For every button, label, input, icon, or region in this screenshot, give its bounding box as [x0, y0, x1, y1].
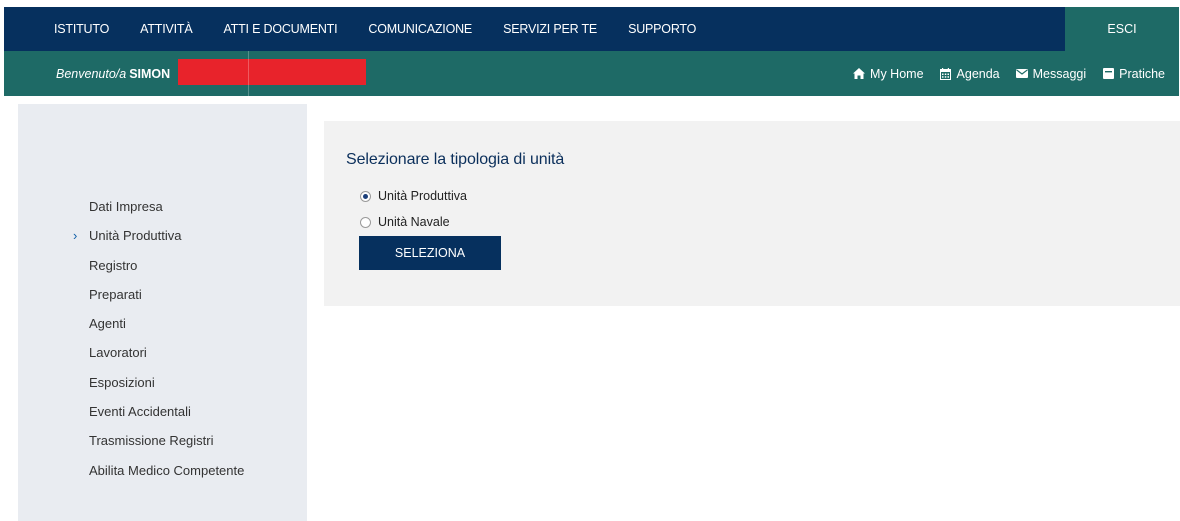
chevron-right-icon: ›: [73, 228, 78, 244]
sidebar-item-esposizioni[interactable]: Esposizioni: [18, 368, 307, 397]
sidebar-item-agenti[interactable]: Agenti: [18, 309, 307, 338]
agenda-label: Agenda: [956, 66, 1000, 81]
radio-label: Unità Navale: [378, 215, 450, 229]
sidebar-menu: Dati Impresa › Unità Produttiva Registro …: [18, 192, 307, 485]
radio-button-checked[interactable]: [360, 190, 371, 202]
sidebar: Dati Impresa › Unità Produttiva Registro …: [18, 104, 307, 521]
agenda-link[interactable]: Agenda: [940, 67, 1000, 81]
sidebar-item-preparati[interactable]: Preparati: [18, 280, 307, 309]
sidebar-item-eventi-accidentali[interactable]: Eventi Accidentali: [18, 397, 307, 426]
calendar-icon: [940, 67, 952, 80]
messaggi-label: Messaggi: [1032, 66, 1087, 81]
seleziona-button[interactable]: SELEZIONA: [359, 236, 501, 270]
radio-button[interactable]: [360, 216, 371, 228]
sidebar-item-label: Esposizioni: [89, 374, 155, 390]
nav-item-istituto[interactable]: ISTITUTO: [54, 22, 109, 36]
my-home-label: My Home: [870, 66, 924, 81]
nav-item-supporto[interactable]: SUPPORTO: [628, 22, 696, 36]
sidebar-item-unita-produttiva[interactable]: › Unità Produttiva: [18, 221, 307, 250]
logout-button[interactable]: ESCI: [1065, 7, 1179, 51]
unit-type-panel: Selezionare la tipologia di unità Unità …: [324, 121, 1180, 306]
nav-item-comunicazione[interactable]: COMUNICAZIONE: [368, 22, 472, 36]
welcome-message: Benvenuto/a SIMON: [56, 51, 170, 96]
radio-label: Unità Produttiva: [378, 189, 467, 203]
divider: [248, 51, 249, 96]
nav-item-attivita[interactable]: ATTIVITÀ: [140, 22, 193, 36]
sidebar-item-dati-impresa[interactable]: Dati Impresa: [18, 192, 307, 221]
user-name: SIMON: [129, 66, 171, 81]
sidebar-item-label: Abilita Medico Competente: [89, 462, 245, 478]
pratiche-link[interactable]: Pratiche: [1102, 67, 1165, 81]
nav-item-atti-e-documenti[interactable]: ATTI E DOCUMENTI: [223, 22, 337, 36]
sidebar-item-label: Trasmissione Registri: [89, 433, 214, 449]
sidebar-item-abilita-medico-competente[interactable]: Abilita Medico Competente: [18, 456, 307, 485]
pratiche-label: Pratiche: [1119, 66, 1165, 81]
sidebar-item-lavoratori[interactable]: Lavoratori: [18, 338, 307, 367]
messaggi-link[interactable]: Messaggi: [1015, 66, 1087, 81]
top-navigation-bar: ISTITUTO ATTIVITÀ ATTI E DOCUMENTI COMUN…: [4, 7, 1179, 51]
user-bar: Benvenuto/a SIMON My Home Agenda Messagg…: [4, 51, 1179, 96]
sidebar-item-label: Preparati: [89, 286, 142, 302]
page-title: Selezionare la tipologia di unità: [346, 151, 565, 168]
sidebar-item-label: Unità Produttiva: [89, 228, 182, 244]
envelope-icon: [1015, 68, 1028, 80]
redaction-box: [178, 59, 366, 85]
folder-icon: [1102, 68, 1114, 80]
sidebar-item-label: Dati Impresa: [89, 199, 163, 214]
sidebar-item-label: Agenti: [89, 316, 126, 332]
welcome-label: Benvenuto/a: [56, 66, 127, 81]
sidebar-item-trasmissione-registri[interactable]: Trasmissione Registri: [18, 426, 307, 455]
home-icon: [853, 68, 866, 80]
main-menu: ISTITUTO ATTIVITÀ ATTI E DOCUMENTI COMUN…: [4, 7, 727, 51]
my-home-link[interactable]: My Home: [853, 66, 924, 81]
nav-item-servizi-per-te[interactable]: SERVIZI PER TE: [503, 22, 597, 36]
sidebar-item-label: Registro: [89, 257, 138, 273]
sidebar-item-label: Eventi Accidentali: [89, 404, 191, 420]
radio-option-unita-navale[interactable]: Unità Navale: [360, 215, 450, 229]
sidebar-item-registro[interactable]: Registro: [18, 251, 307, 280]
radio-option-unita-produttiva[interactable]: Unità Produttiva: [360, 189, 467, 203]
quick-links: My Home Agenda Messaggi Pratiche: [837, 51, 1165, 96]
sidebar-item-label: Lavoratori: [89, 345, 147, 361]
